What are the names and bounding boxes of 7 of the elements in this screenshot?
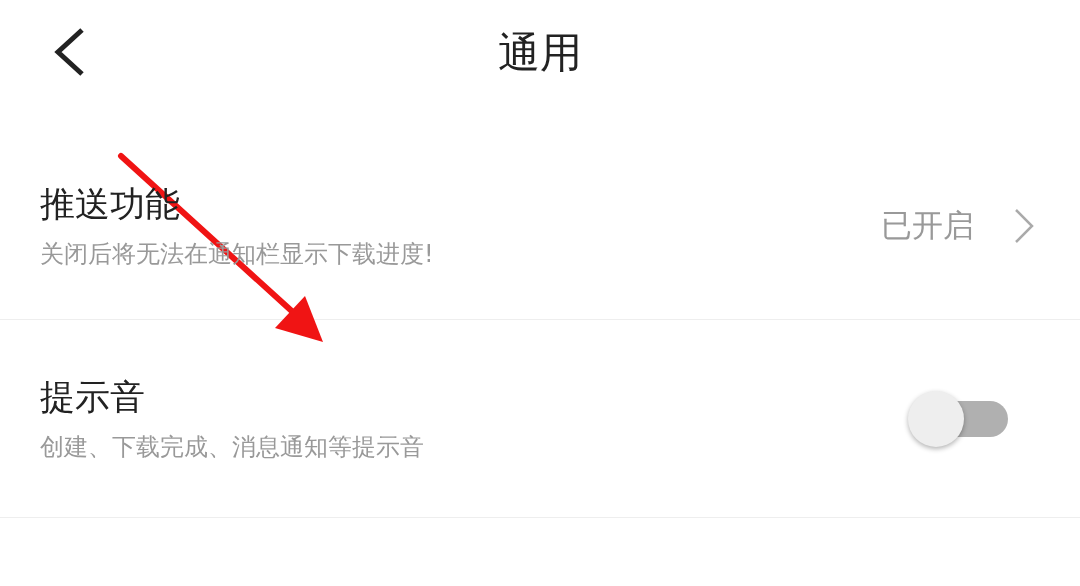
setting-description: 创建、下载完成、消息通知等提示音 (40, 432, 425, 463)
page-title: 通用 (498, 27, 582, 79)
toggle-switch[interactable] (908, 390, 1008, 447)
setting-value[interactable]: 已开启 (881, 204, 974, 247)
chevron-right-icon[interactable] (1014, 207, 1034, 244)
setting-title: 提示音 (40, 376, 146, 419)
setting-title: 推送功能 (40, 183, 181, 226)
